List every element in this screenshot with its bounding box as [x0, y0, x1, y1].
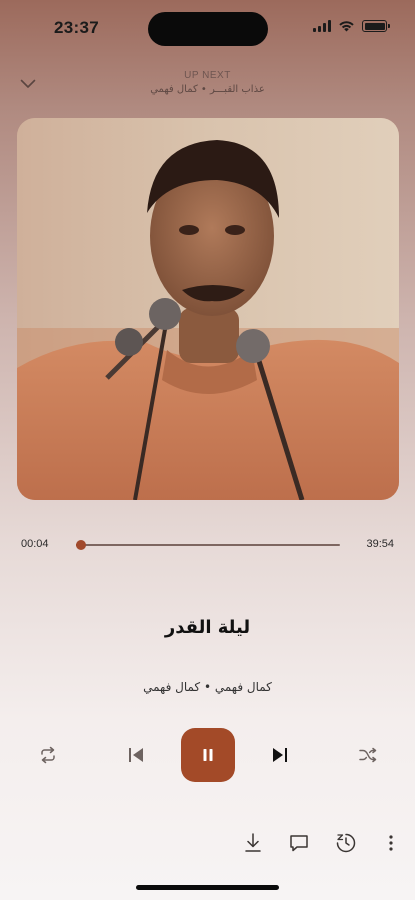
- sleep-timer-button[interactable]: [333, 830, 359, 856]
- status-bar: 23:37: [0, 0, 415, 56]
- pause-button[interactable]: [181, 728, 235, 782]
- total-duration: 39:54: [366, 538, 394, 550]
- more-options-button[interactable]: [380, 830, 402, 856]
- dynamic-island: [148, 12, 268, 46]
- playback-progress: 00:04 39:54: [0, 536, 415, 556]
- pause-icon: [203, 749, 213, 761]
- more-vertical-icon: [389, 835, 393, 851]
- cellular-signal-icon: [313, 20, 331, 32]
- comment-button[interactable]: [286, 830, 312, 856]
- wifi-icon: [339, 21, 354, 32]
- next-button[interactable]: [266, 742, 294, 768]
- up-next-label: UP NEXT: [184, 70, 231, 81]
- progress-thumb[interactable]: [76, 540, 87, 550]
- download-button[interactable]: [240, 830, 266, 856]
- elapsed-time: 00:04: [21, 538, 49, 550]
- battery-level: [364, 22, 385, 30]
- previous-button[interactable]: [122, 742, 150, 768]
- player-header: UP NEXT عذاب القبـــر • كمال فهمي: [0, 62, 415, 102]
- sleep-timer-icon: [336, 833, 356, 853]
- home-indicator: [136, 885, 279, 890]
- track-title: ليلة القدر: [164, 617, 251, 638]
- status-icons: [313, 20, 390, 32]
- bottom-actions: [0, 830, 415, 858]
- skip-next-icon: [273, 748, 287, 762]
- playback-controls: [0, 728, 415, 782]
- battery-icon: [362, 20, 390, 32]
- repeat-button[interactable]: [34, 742, 62, 768]
- track-artist[interactable]: كمال فهمي • كمال فهمي: [0, 680, 415, 694]
- skip-previous-icon: [129, 748, 143, 762]
- comment-icon: [290, 835, 308, 852]
- up-next-title[interactable]: عذاب القبـــر • كمال فهمي: [0, 84, 415, 95]
- progress-track[interactable]: [76, 540, 340, 550]
- artwork-image: [17, 118, 399, 500]
- repeat-icon: [41, 746, 55, 764]
- shuffle-button[interactable]: [354, 742, 382, 768]
- status-time: 23:37: [54, 18, 99, 37]
- shuffle-icon: [359, 747, 377, 763]
- album-artwork: [17, 118, 399, 500]
- download-icon: [245, 833, 261, 852]
